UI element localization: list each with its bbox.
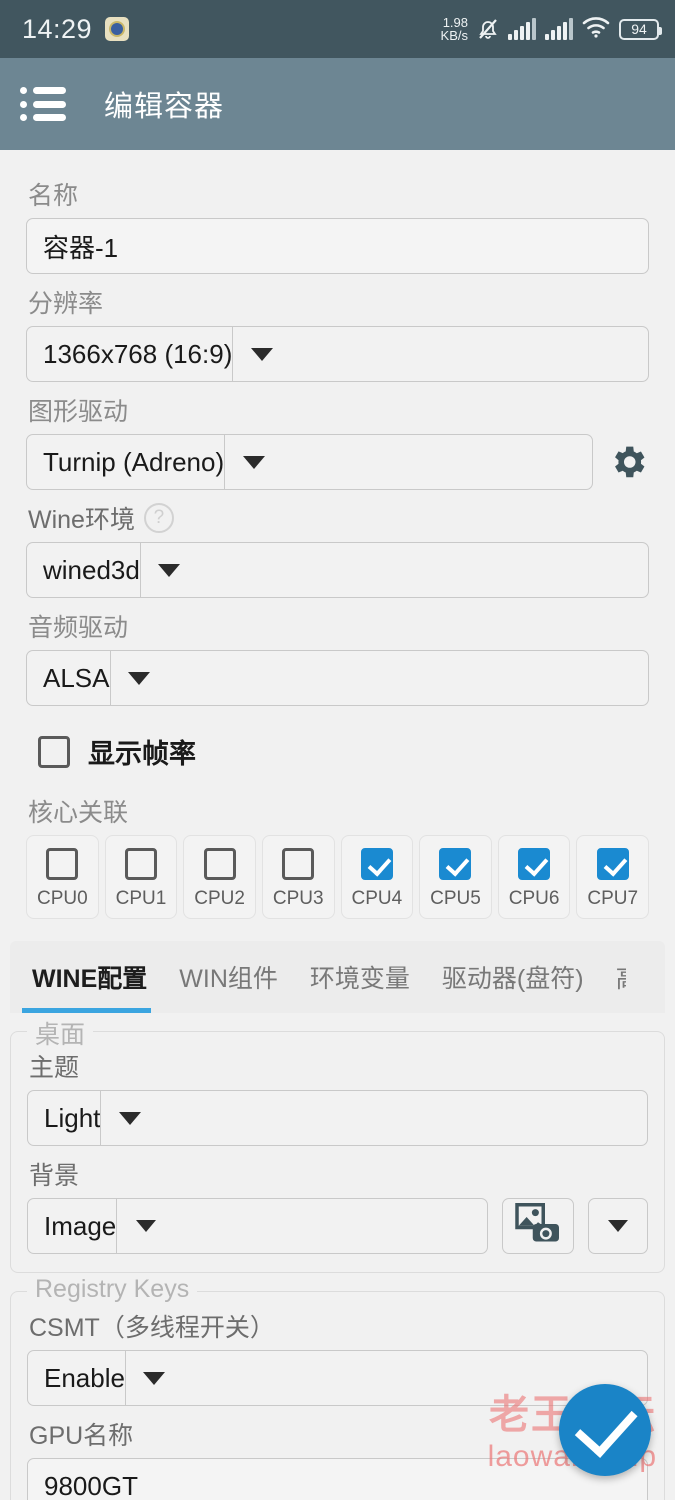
resolution-value: 1366x768 (16:9) — [43, 338, 233, 369]
network-speed: 1.98 KB/s — [441, 16, 468, 42]
cpu-label: CPU7 — [587, 888, 639, 909]
cpu-label: CPU4 — [351, 888, 403, 909]
chevron-down-icon[interactable] — [224, 435, 282, 489]
resolution-label: 分辨率 — [28, 290, 104, 318]
wine-env-value: wined3d — [43, 554, 140, 585]
cpu-label: CPU1 — [115, 888, 167, 909]
tab-win-components[interactable]: WIN组件 — [163, 941, 294, 1013]
wifi-icon — [582, 16, 610, 43]
list-menu-icon[interactable] — [20, 87, 66, 121]
cpu-affinity-label: 核心关联 — [28, 799, 129, 827]
cpu-toggle[interactable]: CPU2 — [183, 835, 256, 919]
show-fps-label: 显示帧率 — [88, 739, 196, 769]
resolution-select[interactable]: 1366x768 (16:9) — [26, 326, 649, 382]
csmt-label: CSMT（多线程开关） — [29, 1314, 275, 1342]
cpu-toggle[interactable]: CPU0 — [26, 835, 99, 919]
app-root: 14:29 1.98 KB/s 94 编辑容器 名称 容器-1 分辨率 1366… — [0, 0, 675, 1500]
battery-percent: 94 — [631, 21, 647, 37]
graphics-driver-label: 图形驱动 — [28, 398, 129, 426]
settings-form: 名称 容器-1 分辨率 1366x768 (16:9) 图形驱动 Turnip … — [0, 150, 675, 919]
status-bar: 14:29 1.98 KB/s 94 — [0, 0, 675, 58]
cpu-label: CPU6 — [508, 888, 560, 909]
background-select[interactable]: Image — [27, 1198, 488, 1254]
registry-keys-section: Registry Keys CSMT（多线程开关） Enable GPU名称 9… — [10, 1275, 665, 1500]
cpu-checkbox[interactable] — [439, 848, 472, 880]
signal-bars-icon — [545, 18, 573, 40]
tab-drives[interactable]: 驱动器(盘符) — [426, 941, 600, 1013]
cpu-checkbox[interactable] — [46, 848, 79, 880]
gpu-name-label: GPU名称 — [29, 1422, 134, 1450]
cpu-toggle[interactable]: CPU1 — [104, 835, 178, 919]
help-icon[interactable]: ? — [143, 503, 174, 533]
cpu-checkbox[interactable] — [203, 848, 236, 880]
cpu-toggle[interactable]: CPU6 — [497, 835, 571, 919]
cpu-checkbox[interactable] — [518, 848, 551, 880]
mute-bell-icon — [477, 17, 499, 41]
gpu-name-field[interactable]: 9800GT — [27, 1458, 648, 1500]
desktop-section-legend: 桌面 — [27, 1015, 94, 1051]
cpu-label: CPU0 — [36, 888, 88, 909]
chevron-down-icon[interactable] — [109, 651, 168, 705]
chevron-down-icon[interactable] — [139, 543, 198, 597]
confirm-fab-button[interactable] — [559, 1384, 651, 1476]
show-fps-checkbox-row[interactable]: 显示帧率 — [38, 732, 649, 771]
show-fps-checkbox[interactable] — [38, 735, 70, 768]
status-bar-clock: 14:29 — [22, 13, 93, 44]
tab-env-variables[interactable]: 环境变量 — [294, 941, 426, 1013]
app-badge-icon — [105, 17, 130, 41]
cpu-checkbox[interactable] — [596, 848, 629, 880]
image-camera-icon — [515, 1202, 561, 1250]
chevron-down-icon[interactable] — [124, 1351, 183, 1405]
background-label: 背景 — [29, 1162, 80, 1190]
name-label: 名称 — [28, 182, 79, 210]
theme-value: Light — [44, 1102, 101, 1133]
audio-driver-value: ALSA — [43, 662, 110, 693]
cpu-affinity-group: CPU0 CPU1 CPU2 CPU3 CPU4 CPU5 CPU6 CPU7 — [26, 835, 649, 919]
registry-keys-legend: Registry Keys — [27, 1275, 198, 1304]
graphics-driver-select[interactable]: Turnip (Adreno) — [26, 434, 593, 490]
desktop-section: 桌面 主题 Light 背景 Image — [10, 1015, 665, 1273]
cpu-label: CPU3 — [272, 888, 324, 909]
page-title: 编辑容器 — [104, 91, 225, 123]
background-picker-button[interactable] — [502, 1198, 574, 1254]
theme-select[interactable]: Light — [27, 1090, 648, 1146]
csmt-value: Enable — [44, 1362, 125, 1393]
name-field[interactable]: 容器-1 — [26, 218, 649, 274]
cpu-label: CPU5 — [430, 888, 481, 909]
action-bar: 编辑容器 — [0, 58, 675, 150]
network-speed-unit: KB/s — [440, 28, 468, 43]
cpu-toggle[interactable]: CPU4 — [340, 835, 414, 919]
graphics-driver-value: Turnip (Adreno) — [43, 446, 225, 477]
wine-env-select[interactable]: wined3d — [26, 542, 649, 598]
chevron-down-icon[interactable] — [116, 1199, 174, 1253]
cpu-checkbox[interactable] — [282, 848, 315, 880]
background-row: Image — [27, 1198, 648, 1254]
status-bar-icons: 1.98 KB/s 94 — [441, 16, 662, 43]
tab-bar: WINE配置 WIN组件 环境变量 驱动器(盘符) 高 — [10, 941, 665, 1013]
cpu-label: CPU2 — [194, 888, 245, 909]
signal-bars-icon — [508, 18, 536, 40]
wine-env-label: Wine环境 — [28, 506, 135, 534]
cpu-toggle[interactable]: CPU5 — [419, 835, 492, 919]
wine-env-label-row: Wine环境 ? — [28, 500, 649, 536]
cpu-toggle[interactable]: CPU7 — [576, 835, 649, 919]
tab-wine-config[interactable]: WINE配置 — [10, 941, 163, 1013]
audio-driver-label: 音频驱动 — [28, 614, 129, 642]
chevron-down-icon[interactable] — [232, 327, 290, 381]
tab-advanced[interactable]: 高 — [600, 941, 626, 1013]
csmt-select[interactable]: Enable — [27, 1350, 648, 1406]
cpu-checkbox[interactable] — [360, 848, 393, 880]
gpu-name-value: 9800GT — [44, 1470, 138, 1500]
name-value: 容器-1 — [43, 232, 119, 263]
theme-label: 主题 — [29, 1054, 80, 1082]
background-value: Image — [44, 1210, 117, 1241]
battery-indicator: 94 — [619, 18, 662, 40]
cpu-toggle[interactable]: CPU3 — [261, 835, 335, 919]
background-picker-dropdown[interactable] — [588, 1198, 648, 1254]
graphics-driver-row: Turnip (Adreno) — [26, 434, 649, 490]
audio-driver-select[interactable]: ALSA — [26, 650, 649, 706]
cpu-checkbox[interactable] — [124, 848, 157, 880]
gear-icon[interactable] — [607, 441, 649, 483]
chevron-down-icon[interactable] — [100, 1091, 158, 1145]
